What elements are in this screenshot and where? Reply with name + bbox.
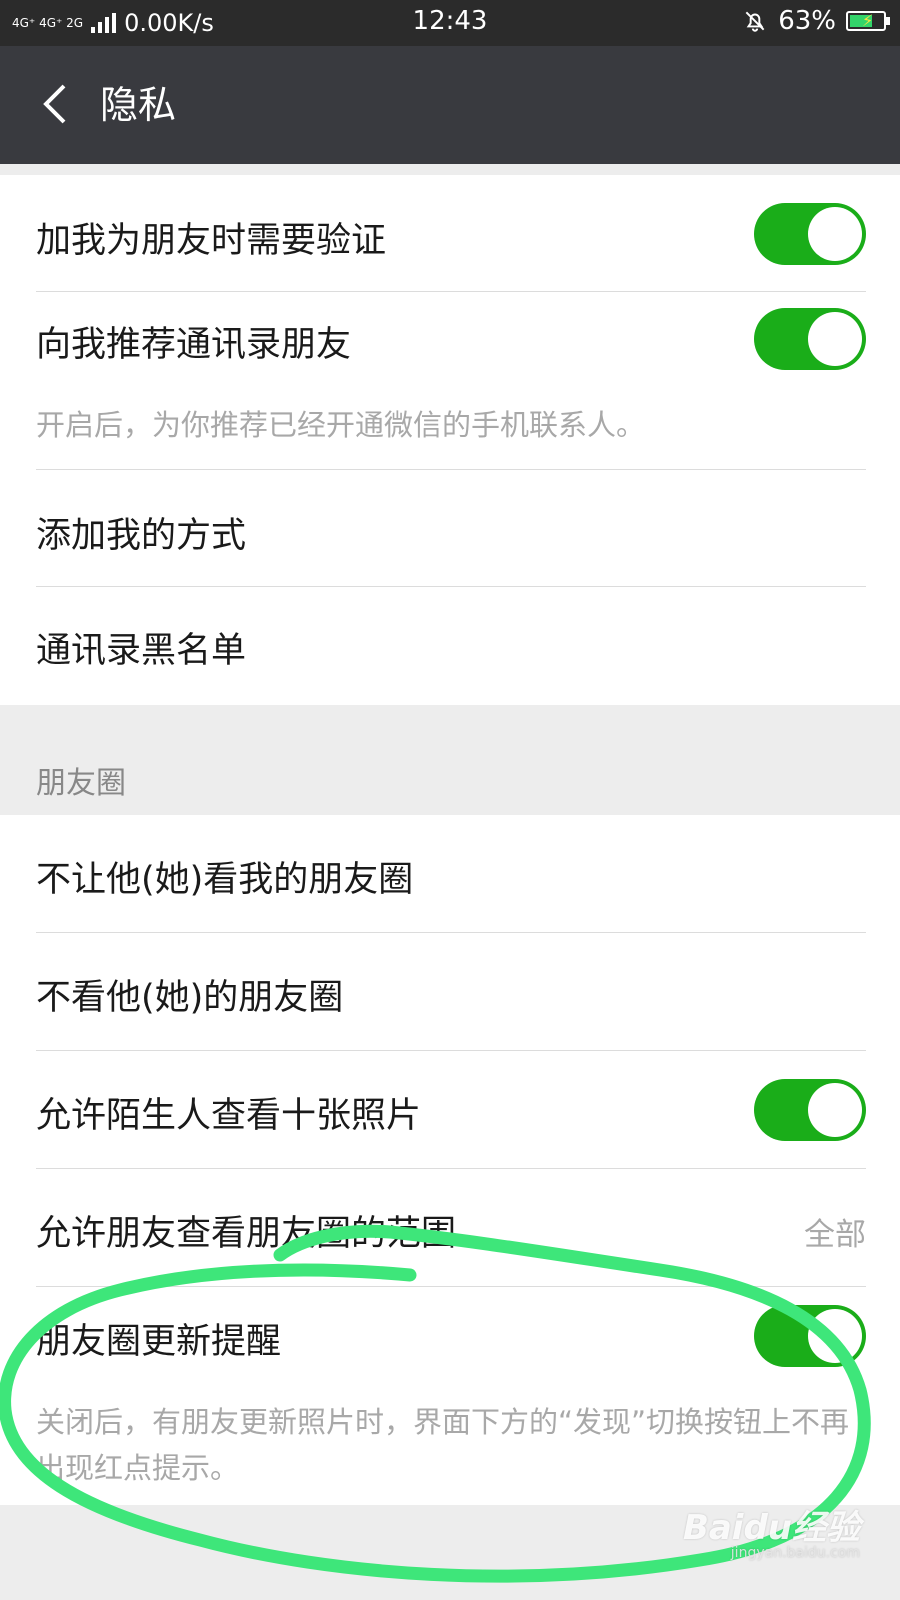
battery-icon: ⚡: [846, 11, 890, 31]
bell-muted-icon: [745, 11, 765, 32]
row-contacts-blacklist[interactable]: 通讯录黑名单: [36, 587, 866, 704]
row-label: 朋友圈更新提醒: [36, 1322, 282, 1362]
row-strangers-ten-photos[interactable]: 允许陌生人查看十张照片: [36, 1051, 866, 1169]
row-label: 不看他(她)的朋友圈: [36, 978, 344, 1018]
section-title-moments: 朋友圈: [36, 766, 126, 801]
row-label: 通讯录黑名单: [36, 631, 247, 671]
status-bar: 4G⁺ 4G⁺ 2G 0.00K/s 12:43 63% ⚡: [0, 0, 900, 46]
row-label: 添加我的方式: [36, 516, 247, 556]
row-require-verification[interactable]: 加我为朋友时需要验证: [36, 175, 866, 292]
battery-percent: 63%: [778, 6, 836, 36]
row-label: 允许朋友查看朋友圈的范围: [36, 1214, 457, 1254]
row-hint: 开启后，为你推荐已经开通微信的手机联系人。: [36, 408, 646, 442]
page-title: 隐私: [100, 83, 177, 127]
baidu-watermark: Baidu经验 jingyan.baidu.com: [683, 1500, 860, 1561]
moments-reminder-toggle[interactable]: [754, 1305, 866, 1367]
row-label: 不让他(她)看我的朋友圈: [36, 860, 414, 900]
row-value: 全部: [804, 1217, 866, 1253]
row-label: 允许陌生人查看十张照片: [36, 1096, 422, 1136]
row-label: 加我为朋友时需要验证: [36, 221, 387, 261]
row-moments-update-reminder[interactable]: 朋友圈更新提醒 关闭后，有朋友更新照片时，界面下方的“发现”切换按钮上不再出现红…: [36, 1287, 866, 1505]
contacts-settings-group: 加我为朋友时需要验证 向我推荐通讯录朋友 开启后，为你推荐已经开通微信的手机联系…: [0, 175, 900, 705]
row-recommend-contacts[interactable]: 向我推荐通讯录朋友 开启后，为你推荐已经开通微信的手机联系人。: [36, 292, 866, 470]
row-hide-my-moments[interactable]: 不让他(她)看我的朋友圈: [36, 815, 866, 933]
row-hint: 关闭后，有朋友更新照片时，界面下方的“发现”切换按钮上不再出现红点提示。: [36, 1405, 850, 1485]
row-moments-visible-range[interactable]: 允许朋友查看朋友圈的范围 全部: [36, 1169, 866, 1287]
row-label: 向我推荐通讯录朋友: [36, 325, 352, 365]
strangers-photos-toggle[interactable]: [754, 1079, 866, 1141]
moments-settings-group: 不让他(她)看我的朋友圈 不看他(她)的朋友圈 允许陌生人查看十张照片 允许朋友…: [0, 815, 900, 1505]
title-bar: 隐私: [0, 46, 900, 164]
verification-toggle[interactable]: [754, 203, 866, 265]
chevron-left-icon[interactable]: [36, 82, 80, 126]
row-hide-their-moments[interactable]: 不看他(她)的朋友圈: [36, 933, 866, 1051]
recommend-contacts-toggle[interactable]: [754, 308, 866, 370]
watermark-brand: Baidu经验: [682, 1508, 860, 1548]
row-add-me-methods[interactable]: 添加我的方式: [36, 470, 866, 587]
